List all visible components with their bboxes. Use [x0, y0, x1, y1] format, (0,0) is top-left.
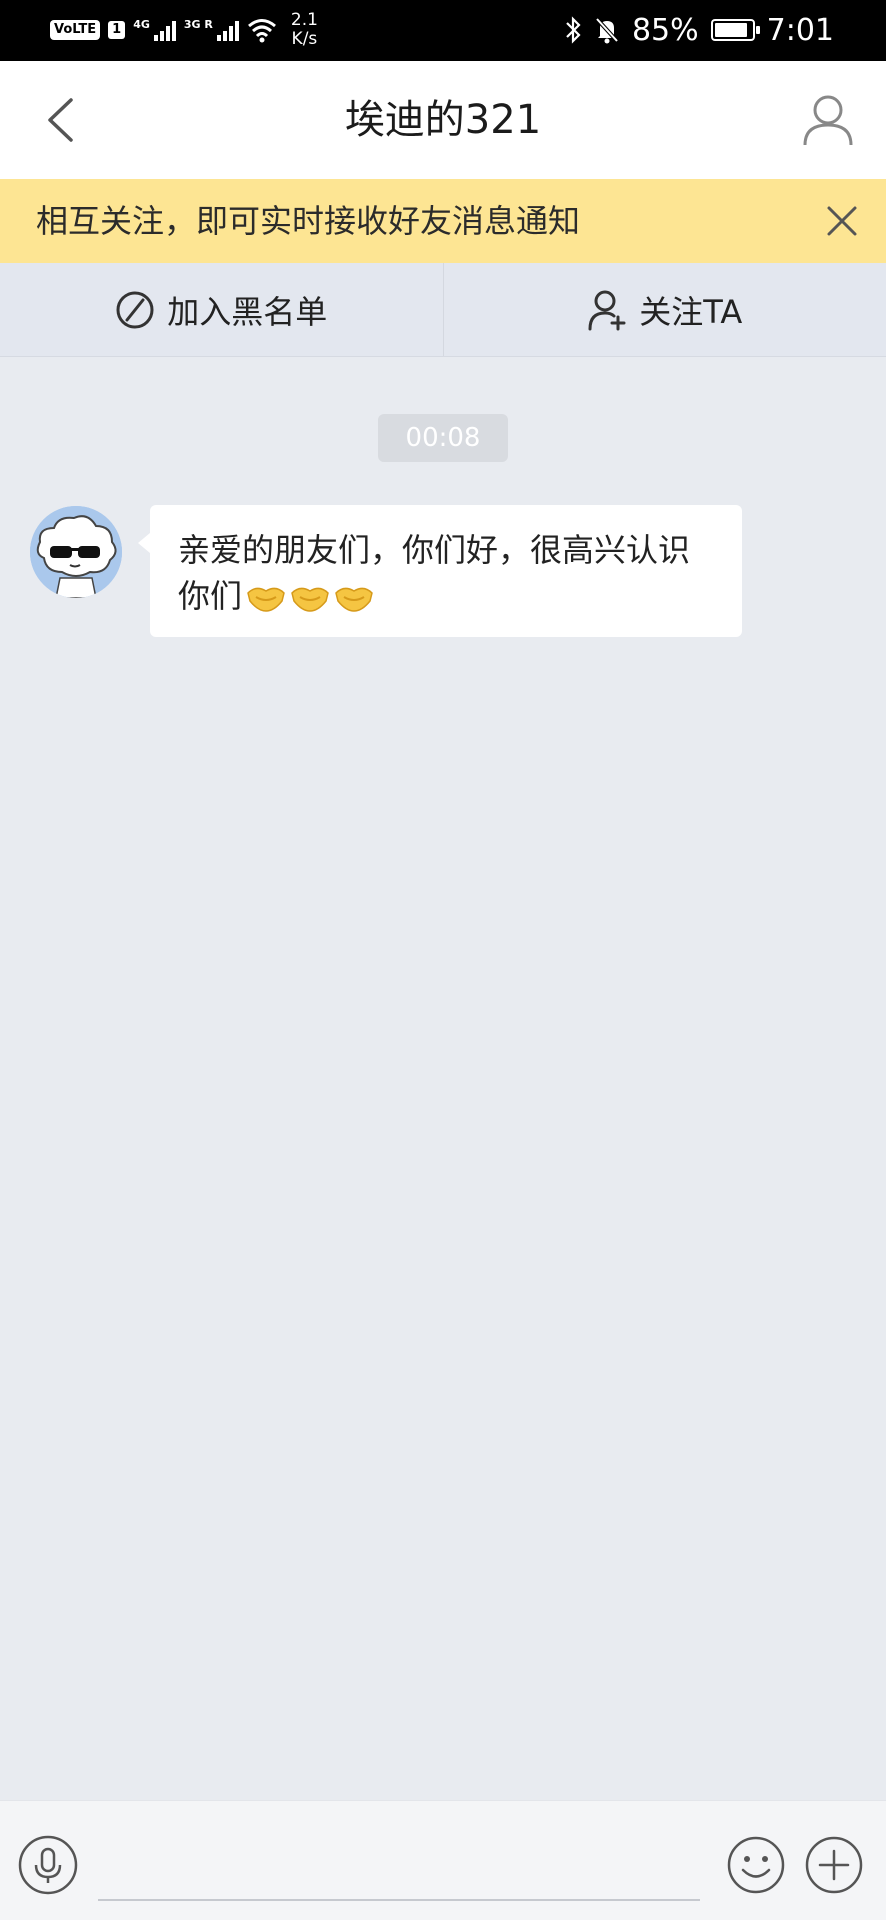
bluetooth-icon — [566, 16, 581, 44]
network-type-1: 4G — [133, 18, 150, 31]
more-options-button[interactable] — [804, 1835, 864, 1895]
follow-label: 关注TA — [639, 292, 743, 331]
status-left: VoLTE 1 4G 3G R 2.1 K/s — [50, 10, 318, 50]
follow-button[interactable]: 关注TA — [442, 263, 886, 356]
handshake-emoji-icon — [247, 587, 285, 612]
notice-close-button[interactable] — [820, 199, 864, 243]
bell-muted-icon — [595, 17, 619, 44]
input-bar — [0, 1800, 886, 1920]
page-title: 埃迪的321 — [344, 97, 542, 143]
battery-icon — [710, 19, 760, 41]
signal-bars-icon — [216, 19, 239, 41]
signal-3g: 3G R — [184, 19, 239, 41]
smiley-icon — [727, 1836, 785, 1894]
clock: 7:01 — [766, 12, 834, 48]
handshake-emoji-icon — [335, 587, 373, 612]
user-icon — [803, 95, 853, 146]
message-input[interactable] — [98, 1831, 700, 1901]
sim-badge: 1 — [108, 21, 126, 39]
message-bubble[interactable]: 亲爱的朋友们，你们好，很高兴认识你们 — [138, 505, 742, 637]
blacklist-label: 加入黑名单 — [167, 292, 328, 331]
action-row: 加入黑名单 关注TA — [0, 263, 886, 357]
speed-unit: K/s — [291, 29, 318, 49]
status-right: 85% 7:01 — [564, 10, 834, 50]
handshake-emoji-icon — [291, 587, 329, 612]
user-plus-icon — [588, 290, 626, 330]
battery-percent: 85% — [631, 12, 699, 48]
close-icon — [827, 206, 857, 236]
add-to-blacklist-button[interactable]: 加入黑名单 — [0, 263, 443, 356]
emoji-button[interactable] — [726, 1835, 786, 1895]
chevron-left-icon — [48, 98, 73, 142]
chat-screen: VoLTE 1 4G 3G R 2.1 K/s 85% 7:01 埃迪的321 … — [0, 0, 886, 1920]
network-speed: 2.1 K/s — [291, 11, 318, 49]
message-timestamp: 00:08 — [378, 414, 508, 462]
avatar[interactable] — [30, 506, 122, 598]
wifi-icon — [247, 19, 276, 43]
speed-value: 2.1 — [290, 10, 318, 30]
header: 埃迪的321 — [0, 61, 886, 179]
block-icon — [116, 291, 154, 328]
back-button[interactable] — [30, 89, 90, 151]
microphone-icon — [18, 1835, 78, 1895]
network-type-2: 3G R — [183, 18, 213, 31]
profile-button[interactable] — [798, 89, 858, 151]
signal-4g: 4G — [133, 19, 176, 41]
cloud-character-avatar-icon — [30, 506, 122, 598]
volte-badge: VoLTE — [50, 20, 101, 40]
plus-icon — [805, 1836, 863, 1894]
follow-notice-banner: 相互关注，即可实时接收好友消息通知 — [0, 179, 886, 263]
notice-text: 相互关注，即可实时接收好友消息通知 — [36, 202, 581, 240]
voice-input-button[interactable] — [18, 1835, 78, 1895]
status-bar: VoLTE 1 4G 3G R 2.1 K/s 85% 7:01 — [0, 0, 886, 61]
signal-bars-icon — [153, 19, 176, 41]
